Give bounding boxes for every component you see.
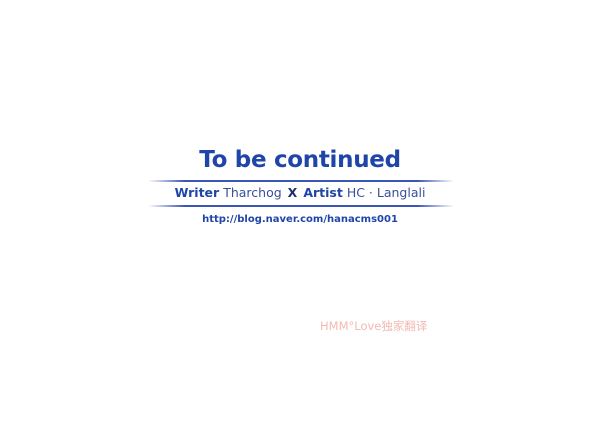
writer-role-label: Writer (174, 185, 220, 200)
divider-bottom (148, 205, 454, 207)
translation-watermark: HMM°Love独家翻译 (320, 319, 428, 333)
writer-name: Tharchog (223, 185, 282, 200)
credits-line: Writer Tharchog X Artist HC · Langlali (0, 183, 600, 203)
artist-role-label: Artist (303, 185, 343, 200)
credits-separator: X (287, 185, 298, 200)
blog-url: http://blog.naver.com/hanacms001 (202, 214, 398, 225)
end-card: To be continued Writer Tharchog X Artist HC … (0, 0, 600, 437)
page-title: To be continued (199, 147, 401, 173)
divider-top (148, 180, 454, 182)
artist-name: HC · Langlali (346, 185, 426, 200)
